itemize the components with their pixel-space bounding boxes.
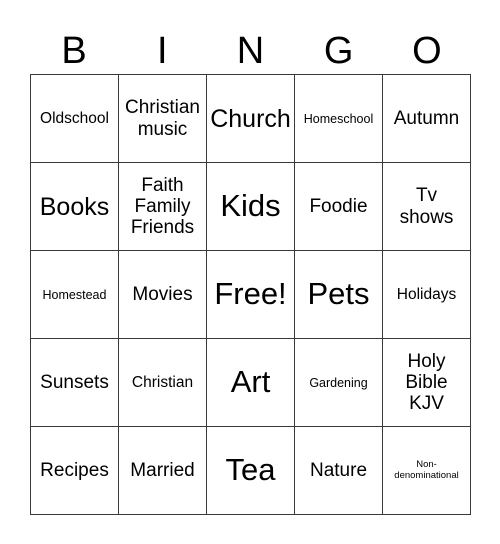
bingo-cell[interactable]: Holidays bbox=[383, 251, 471, 339]
bingo-card: B I N G O Oldschool Christian music Church… bbox=[0, 0, 500, 544]
bingo-cell[interactable]: Recipes bbox=[31, 427, 119, 515]
bingo-cell[interactable]: Pets bbox=[295, 251, 383, 339]
bingo-cell-label: Non- denominational bbox=[394, 458, 459, 481]
bingo-header-letter-g: G bbox=[323, 30, 354, 72]
bingo-cell[interactable]: Art bbox=[207, 339, 295, 427]
bingo-cell-label: Pets bbox=[307, 276, 370, 312]
bingo-cell-label: Sunsets bbox=[40, 371, 109, 393]
bingo-cell[interactable]: Sunsets bbox=[31, 339, 119, 427]
bingo-cell-label: Art bbox=[230, 364, 271, 400]
bingo-cell-label: Movies bbox=[132, 283, 193, 305]
bingo-cell[interactable]: Christian bbox=[119, 339, 207, 427]
bingo-cell[interactable]: Homestead bbox=[31, 251, 119, 339]
bingo-header-letter-i: I bbox=[157, 30, 168, 72]
bingo-cell-label: Homestead bbox=[42, 287, 107, 302]
bingo-cell-label: Recipes bbox=[40, 459, 109, 481]
bingo-cell[interactable]: Homeschool bbox=[295, 75, 383, 163]
bingo-cell[interactable]: Non- denominational bbox=[383, 427, 471, 515]
bingo-cell-label: Foodie bbox=[309, 195, 368, 217]
bingo-cell-label: Homeschool bbox=[303, 111, 374, 126]
bingo-cell-label: Free! bbox=[214, 276, 287, 312]
bingo-cell-label: Autumn bbox=[393, 107, 460, 129]
bingo-cell[interactable]: Holy Bible KJV bbox=[383, 339, 471, 427]
bingo-header-row: B I N G O bbox=[30, 20, 471, 70]
bingo-cell-label: Christian bbox=[131, 373, 194, 391]
bingo-cell[interactable]: Church bbox=[207, 75, 295, 163]
bingo-free-space-cell[interactable]: Free! bbox=[207, 251, 295, 339]
bingo-header-letter-n: N bbox=[236, 30, 265, 72]
bingo-grid: Oldschool Christian music Church Homeschool… bbox=[30, 74, 471, 515]
bingo-cell[interactable]: Kids bbox=[207, 163, 295, 251]
bingo-cell[interactable]: Tea bbox=[207, 427, 295, 515]
bingo-cell-label: Holidays bbox=[396, 285, 457, 303]
bingo-header-letter-b: B bbox=[61, 30, 87, 72]
bingo-cell[interactable]: Nature bbox=[295, 427, 383, 515]
bingo-header-letter-o: O bbox=[412, 30, 442, 72]
bingo-cell[interactable]: Movies bbox=[119, 251, 207, 339]
bingo-cell-label: Nature bbox=[309, 459, 368, 481]
bingo-cell-label: Church bbox=[210, 104, 291, 133]
bingo-cell[interactable]: Oldschool bbox=[31, 75, 119, 163]
bingo-cell-label: Oldschool bbox=[40, 109, 109, 127]
bingo-cell[interactable]: Married bbox=[119, 427, 207, 515]
bingo-cell-label: Books bbox=[39, 192, 110, 221]
bingo-cell[interactable]: Faith Family Friends bbox=[119, 163, 207, 251]
bingo-cell[interactable]: Foodie bbox=[295, 163, 383, 251]
bingo-cell-label: Gardening bbox=[309, 375, 368, 390]
bingo-cell-label: Christian music bbox=[125, 97, 200, 140]
bingo-cell[interactable]: Christian music bbox=[119, 75, 207, 163]
bingo-cell[interactable]: Books bbox=[31, 163, 119, 251]
bingo-cell-label: Married bbox=[130, 459, 195, 481]
bingo-cell[interactable]: Gardening bbox=[295, 339, 383, 427]
bingo-cell-label: Holy Bible KJV bbox=[405, 350, 448, 415]
bingo-cell-label: Kids bbox=[220, 188, 281, 224]
bingo-cell-label: Tea bbox=[225, 452, 276, 488]
bingo-cell-label: Tv shows bbox=[399, 185, 454, 228]
bingo-cell[interactable]: Autumn bbox=[383, 75, 471, 163]
bingo-cell[interactable]: Tv shows bbox=[383, 163, 471, 251]
bingo-cell-label: Faith Family Friends bbox=[130, 174, 195, 239]
